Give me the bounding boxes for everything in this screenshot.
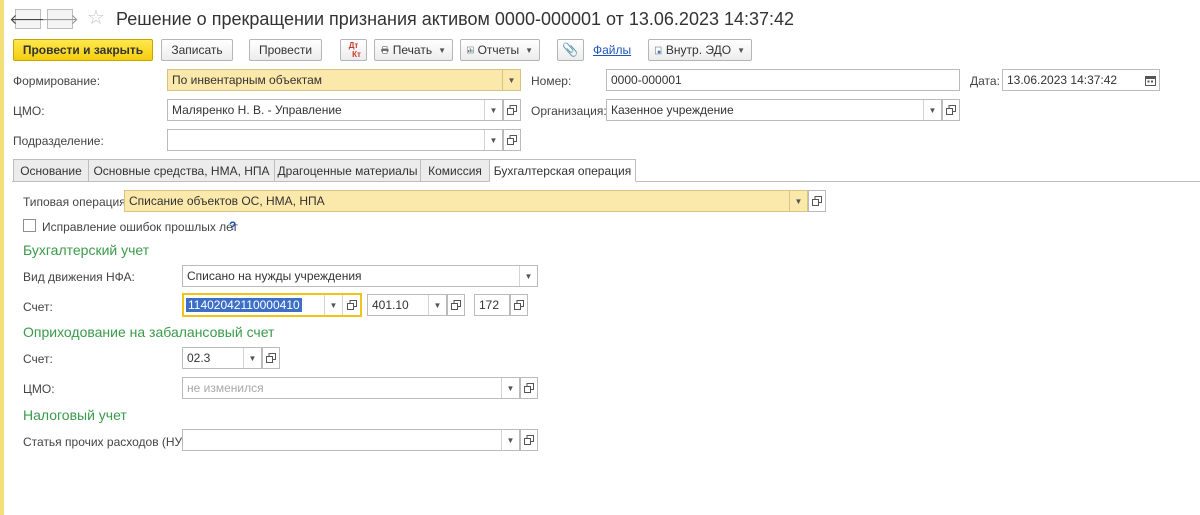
department-label: Подразделение: — [13, 134, 104, 148]
dt-kt-button[interactable]: Дт Кт — [340, 39, 367, 61]
open-form-icon — [507, 135, 517, 145]
typical-operation-open-button[interactable] — [808, 190, 826, 212]
open-form-icon — [266, 353, 276, 363]
typical-operation-select[interactable]: Списание объектов ОС, НМА, НПА ▼ — [124, 190, 808, 212]
calendar-icon[interactable] — [1141, 70, 1159, 90]
offbalance-cmo-open-button[interactable] — [520, 377, 538, 399]
help-icon[interactable]: ? — [229, 219, 236, 233]
open-form-icon — [946, 105, 956, 115]
chevron-down-icon[interactable]: ▼ — [484, 130, 502, 150]
formation-label: Формирование: — [13, 74, 101, 88]
post-button[interactable]: Провести — [249, 39, 322, 61]
post-and-close-button[interactable]: Провести и закрыть — [13, 39, 153, 61]
open-form-icon — [812, 196, 822, 206]
chevron-down-icon: ▼ — [737, 45, 745, 55]
open-form-icon — [524, 383, 534, 393]
files-link[interactable]: Файлы — [593, 43, 631, 57]
cmo-open-button[interactable] — [503, 99, 521, 121]
arrow-right-icon: 🡒 — [41, 10, 79, 27]
edo-document-icon — [655, 46, 662, 54]
tab-commission[interactable]: Комиссия — [420, 159, 490, 182]
organization-open-button[interactable] — [942, 99, 960, 121]
organization-label: Организация: — [531, 104, 607, 118]
document-title: Решение о прекращении признания активом … — [116, 9, 795, 29]
open-form-icon[interactable] — [342, 295, 360, 315]
other-expense-select[interactable]: ▼ — [182, 429, 520, 451]
number-input[interactable]: 0000-000001 — [606, 69, 960, 91]
account-3-input[interactable]: 172 — [474, 294, 510, 316]
chevron-down-icon[interactable]: ▼ — [789, 191, 807, 211]
other-expense-open-button[interactable] — [520, 429, 538, 451]
open-form-icon — [507, 105, 517, 115]
accounting-section-title: Бухгалтерский учет — [23, 242, 150, 258]
nfa-movement-label: Вид движения НФА: — [23, 270, 135, 284]
save-button[interactable]: Записать — [161, 39, 233, 61]
organization-select[interactable]: Казенное учреждение ▼ — [606, 99, 942, 121]
cmo-label: ЦМО: — [13, 104, 45, 118]
printer-icon — [381, 46, 389, 54]
chevron-down-icon[interactable]: ▼ — [519, 266, 537, 286]
open-form-icon — [514, 300, 524, 310]
fix-errors-checkbox[interactable] — [23, 219, 36, 232]
report-chart-icon — [467, 46, 474, 54]
department-select[interactable]: ▼ — [167, 129, 503, 151]
dt-kt-icon: Дт — [348, 41, 359, 50]
tab-basis[interactable]: Основание — [13, 159, 89, 182]
chevron-down-icon[interactable]: ▼ — [243, 348, 261, 368]
chevron-down-icon: ▼ — [525, 45, 533, 55]
chevron-down-icon: ▼ — [438, 45, 446, 55]
offbalance-account-open-button[interactable] — [262, 347, 280, 369]
back-button[interactable]: 🡐 — [9, 9, 47, 29]
tax-section-title: Налоговый учет — [23, 407, 127, 423]
chevron-down-icon[interactable]: ▼ — [324, 295, 342, 315]
favorite-star-icon[interactable]: ☆ — [87, 7, 105, 29]
account-2-open-button[interactable] — [447, 294, 465, 316]
tab-accounting-operation[interactable]: Бухгалтерская операция — [489, 159, 636, 182]
tab-precious-materials[interactable]: Драгоценные материалы — [274, 159, 421, 182]
chevron-down-icon[interactable]: ▼ — [501, 430, 519, 450]
offbalance-account-select[interactable]: 02.3 ▼ — [182, 347, 262, 369]
offbalance-cmo-select[interactable]: не изменился ▼ — [182, 377, 520, 399]
reports-button[interactable]: Отчеты ▼ — [460, 39, 540, 61]
chevron-down-icon[interactable]: ▼ — [923, 100, 941, 120]
account-select[interactable]: 11402042110000410 ▼ — [182, 293, 362, 317]
fix-errors-label[interactable]: Исправление ошибок прошлых лет — [42, 220, 238, 234]
nfa-movement-select[interactable]: Списано на нужды учреждения ▼ — [182, 265, 538, 287]
forward-button[interactable]: 🡒 — [41, 9, 79, 29]
other-expense-label: Статья прочих расходов (НУ): — [23, 435, 190, 449]
attach-button[interactable]: 📎 — [557, 39, 584, 61]
date-input[interactable]: 13.06.2023 14:37:42 — [1002, 69, 1160, 91]
open-form-icon — [524, 435, 534, 445]
account-2-select[interactable]: 401.10 ▼ — [367, 294, 447, 316]
chevron-down-icon[interactable]: ▼ — [502, 70, 520, 90]
print-button[interactable]: Печать ▼ — [374, 39, 453, 61]
chevron-down-icon[interactable]: ▼ — [484, 100, 502, 120]
offbalance-section-title: Оприходование на забалансовый счет — [23, 324, 275, 340]
left-accent-stripe — [0, 0, 4, 515]
cmo-select[interactable]: Маляренко Н. В. - Управление ▼ — [167, 99, 503, 121]
typical-operation-label: Типовая операция: — [23, 195, 130, 209]
offbalance-account-label: Счет: — [23, 352, 53, 366]
formation-select[interactable]: По инвентарным объектам ▼ — [167, 69, 521, 91]
account-3-open-button[interactable] — [510, 294, 528, 316]
chevron-down-icon[interactable]: ▼ — [428, 295, 446, 315]
tab-fixed-assets[interactable]: Основные средства, НМА, НПА — [88, 159, 275, 182]
number-label: Номер: — [531, 74, 572, 88]
account-label: Счет: — [23, 300, 53, 314]
open-form-icon — [451, 300, 461, 310]
department-open-button[interactable] — [503, 129, 521, 151]
internal-edo-button[interactable]: Внутр. ЭДО ▼ — [648, 39, 752, 61]
date-label: Дата: — [970, 74, 1000, 88]
offbalance-cmo-label: ЦМО: — [23, 382, 55, 396]
paperclip-icon: 📎 — [562, 42, 579, 57]
chevron-down-icon[interactable]: ▼ — [501, 378, 519, 398]
